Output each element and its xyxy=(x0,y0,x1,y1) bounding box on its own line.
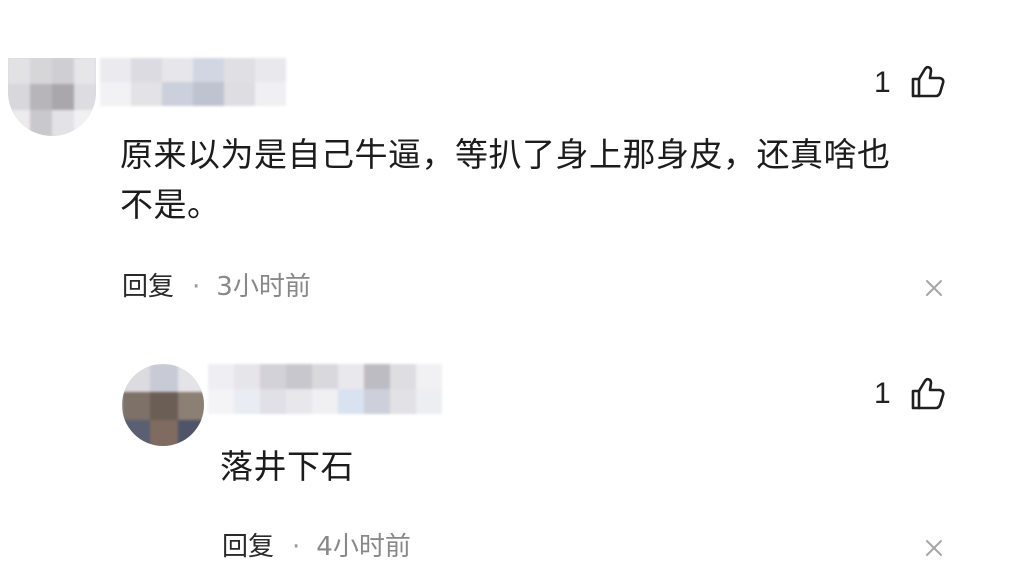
timestamp: 4小时前 xyxy=(316,532,411,562)
meta-separator: · xyxy=(292,532,301,562)
comment-text: 落井下石 xyxy=(220,442,920,492)
reply-button[interactable]: 回复 xyxy=(222,532,274,562)
avatar-blur xyxy=(8,58,96,136)
reply-button[interactable]: 回复 xyxy=(122,272,174,302)
like-count: 1 xyxy=(874,66,891,99)
comment-text-line: 原来以为是自己牛逼，等扒了身上那身皮，还真啥也 xyxy=(120,135,891,174)
comment-text-line: 不是。 xyxy=(120,185,221,224)
comment-meta: 回复 · 3小时前 xyxy=(122,266,311,303)
meta-separator: · xyxy=(192,272,201,302)
avatar[interactable] xyxy=(8,58,96,136)
username-blur[interactable] xyxy=(208,364,442,414)
avatar[interactable] xyxy=(122,364,204,446)
thumbs-up-icon[interactable] xyxy=(910,64,946,100)
comment-thread: 1 原来以为是自己牛逼，等扒了身上那身皮，还真啥也 不是。 回复 · 3小时前 xyxy=(0,0,1026,564)
comment-text: 原来以为是自己牛逼，等扒了身上那身皮，还真啥也 不是。 xyxy=(120,130,980,230)
comment-meta: 回复 · 4小时前 xyxy=(222,526,411,563)
comment-item: 1 原来以为是自己牛逼，等扒了身上那身皮，还真啥也 不是。 回复 · 3小时前 xyxy=(0,0,1026,340)
like-count: 1 xyxy=(874,377,891,410)
username-blur[interactable] xyxy=(100,58,286,106)
close-icon[interactable] xyxy=(924,538,944,558)
avatar-blur xyxy=(122,364,204,446)
thumbs-up-icon[interactable] xyxy=(910,376,946,412)
comment-item: 1 落井下石 回复 · 4小时前 xyxy=(0,340,1026,564)
timestamp: 3小时前 xyxy=(216,272,311,302)
comment-text-line: 落井下石 xyxy=(220,447,354,486)
close-icon[interactable] xyxy=(924,278,944,298)
